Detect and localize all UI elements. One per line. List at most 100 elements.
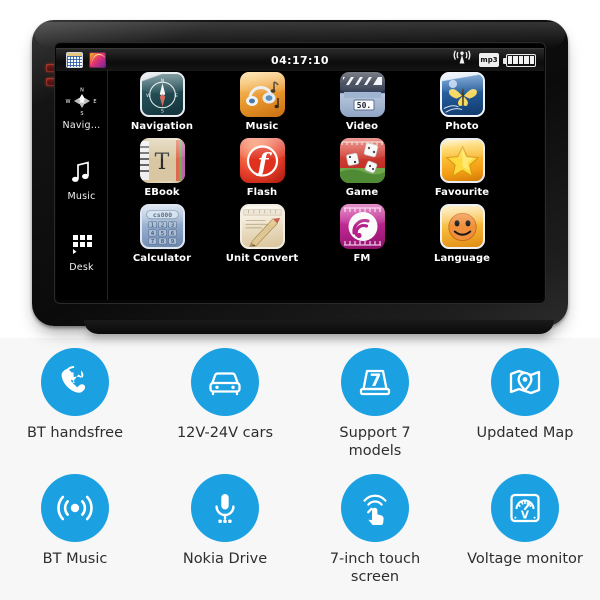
app-label: EBook (144, 187, 180, 198)
app-navigation[interactable]: N S W E Navigation (112, 72, 212, 132)
sidebar-item-music[interactable]: Music (56, 155, 108, 202)
app-calculator[interactable]: cs800 1 2 3 45 6 7 89 Calculator (112, 204, 212, 264)
svg-text:9: 9 (170, 239, 174, 245)
feature-support-7-models[interactable]: 7 Support 7 models (300, 348, 450, 460)
status-bar: 04:17:10 mp3 (56, 48, 544, 72)
app-language[interactable]: Language (412, 204, 512, 264)
svg-text:50.: 50. (356, 101, 370, 110)
sidebar-item-navigation[interactable]: N S W E Navig… (56, 84, 108, 132)
svg-text:S: S (161, 108, 164, 114)
butterfly-photo-app-icon (439, 72, 485, 117)
clapperboard-app-icon: 50. (339, 72, 385, 117)
sidebar-item-label: Desk (69, 262, 94, 273)
app-photo[interactable]: Photo (412, 72, 512, 132)
sidebar-item-label: Navig… (62, 120, 101, 131)
app-label: Flash (246, 187, 278, 198)
feature-touch-screen[interactable]: 7-inch touch screen (300, 474, 450, 586)
battery-icon (503, 53, 536, 67)
feature-updated-map[interactable]: Updated Map (450, 348, 600, 460)
app-fm[interactable]: FM (312, 204, 412, 264)
feature-label: 12V-24V cars (176, 425, 274, 441)
grid-apps-icon (56, 226, 108, 260)
app-music[interactable]: Music (212, 72, 312, 132)
feature-bt-handsfree[interactable]: BT handsfree (0, 348, 150, 460)
app-label: Navigation (130, 121, 194, 132)
phone-handset-icon (41, 348, 109, 416)
device-base (84, 320, 554, 334)
svg-text:1: 1 (150, 223, 153, 229)
feature-label: 7-inch touch screen (329, 551, 421, 586)
screen-sidebar: N S W E Navig… Music Desk (56, 70, 108, 300)
dice-app-icon (339, 138, 385, 183)
box-seven-icon: 7 (341, 348, 409, 416)
app-label: Favourite (434, 187, 490, 198)
ruler-pencil-app-icon (239, 204, 285, 249)
svg-text:6: 6 (170, 231, 174, 237)
feature-label: Support 7 models (339, 425, 411, 459)
feature-label: BT handsfree (26, 425, 124, 441)
headphones-app-icon (239, 72, 285, 117)
svg-text:7: 7 (150, 239, 153, 245)
fm-radio-app-icon (339, 204, 385, 249)
svg-text:E: E (175, 93, 178, 99)
svg-text:T: T (154, 150, 169, 175)
app-label: Game (345, 187, 379, 198)
feature-voltage-monitor[interactable]: V Voltage monitor (450, 474, 600, 586)
feature-nokia-drive[interactable]: Nokia Drive (150, 474, 300, 586)
gps-device: 04:17:10 mp3 N S W E Navig… Music Desk N… (32, 20, 568, 334)
feature-12v-24v-cars[interactable]: 12V-24V cars (150, 348, 300, 460)
feature-label: BT Music (42, 551, 108, 568)
touch-gesture-icon (341, 474, 409, 543)
book-app-icon: T (139, 138, 185, 183)
app-label: Calculator (132, 253, 192, 264)
svg-text:N: N (160, 78, 163, 84)
app-flash[interactable]: f Flash (212, 138, 312, 198)
feature-label: Voltage monitor (467, 551, 583, 568)
star-app-icon (439, 138, 485, 183)
app-label: FM (353, 253, 371, 264)
mp3-icon: mp3 (479, 53, 499, 67)
smiley-app-icon (439, 204, 485, 249)
wireless-signal-icon (452, 50, 472, 70)
svg-text:cs800: cs800 (152, 211, 171, 219)
map-pin-icon (491, 348, 559, 416)
svg-text:W: W (65, 99, 70, 105)
app-unit-convert[interactable]: Unit Convert (212, 204, 312, 264)
microphone-icon (191, 474, 259, 543)
svg-text:8: 8 (160, 239, 164, 245)
feature-label: Updated Map (476, 425, 574, 441)
app-label: Unit Convert (225, 253, 299, 264)
svg-text:5: 5 (160, 231, 163, 237)
svg-text:2: 2 (160, 223, 163, 229)
svg-text:W: W (146, 93, 151, 99)
device-screen[interactable]: 04:17:10 mp3 N S W E Navig… Music Desk N… (56, 44, 544, 300)
voltmeter-gauge-icon: V (491, 474, 559, 543)
app-label: Video (345, 121, 379, 132)
app-video[interactable]: 50. Video (312, 72, 412, 132)
feature-bt-music[interactable]: BT Music (0, 474, 150, 586)
svg-text:N: N (80, 88, 84, 94)
svg-text:S: S (80, 111, 83, 116)
app-grid: N S W E Navigation Music 50. Video Photo… (112, 72, 512, 264)
music-note-icon (56, 155, 108, 189)
feature-list: BT handsfree 12V-24V cars 7 Support 7 mo… (0, 348, 600, 587)
car-icon (191, 348, 259, 416)
feature-label: Nokia Drive (182, 551, 268, 568)
app-favourite[interactable]: Favourite (412, 138, 512, 198)
app-label: Language (433, 253, 490, 264)
svg-text:E: E (93, 99, 96, 105)
app-game[interactable]: Game (312, 138, 412, 198)
app-ebook[interactable]: T EBook (112, 138, 212, 198)
app-label: Music (245, 121, 279, 132)
compass-app-icon: N S W E (139, 72, 185, 117)
app-label: Photo (445, 121, 479, 132)
svg-text:4: 4 (150, 231, 154, 237)
svg-text:V: V (521, 510, 530, 522)
calculator-app-icon: cs800 1 2 3 45 6 7 89 (139, 204, 185, 249)
compass-icon: N S W E (56, 84, 108, 118)
flash-app-icon: f (239, 138, 285, 183)
svg-text:3: 3 (170, 223, 174, 229)
svg-text:7: 7 (370, 371, 382, 391)
sidebar-item-label: Music (67, 191, 96, 202)
sidebar-item-desk[interactable]: Desk (56, 226, 108, 273)
